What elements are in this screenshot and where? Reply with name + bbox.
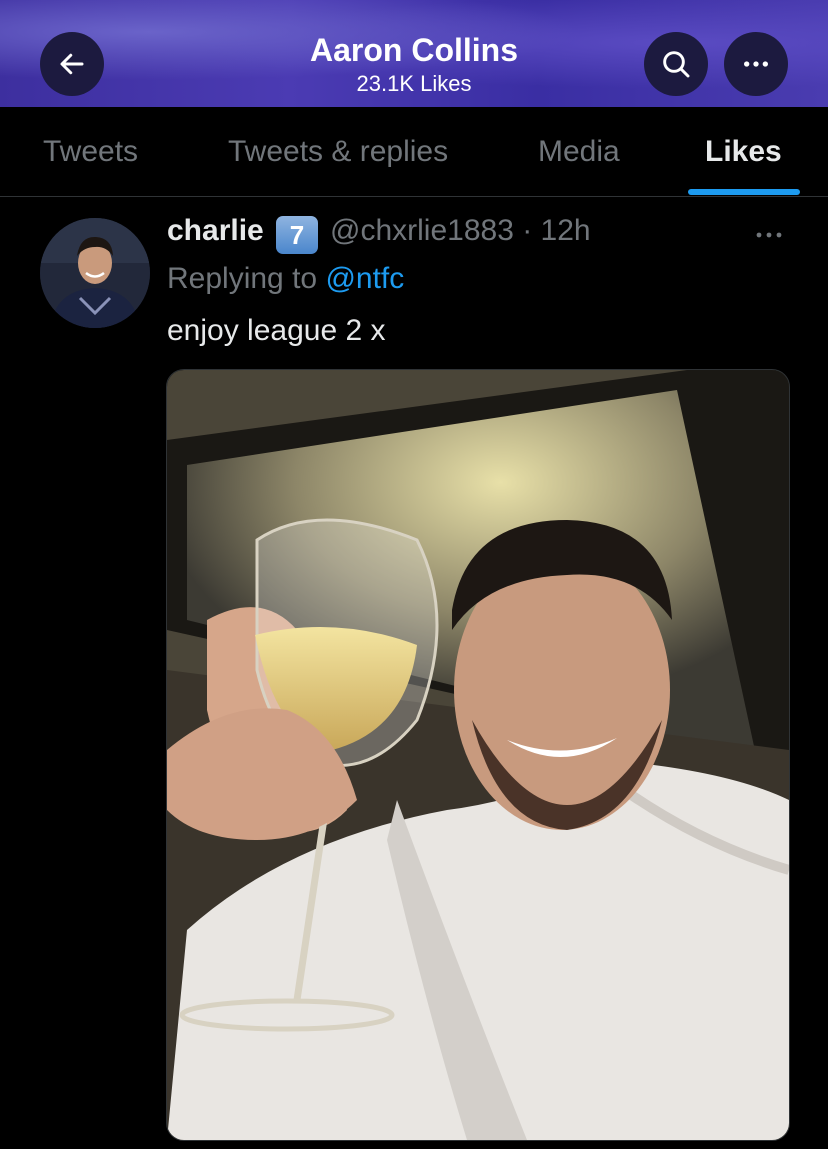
search-button[interactable] — [644, 32, 708, 96]
profile-tabs: Tweets Tweets & replies Media Likes — [0, 107, 828, 197]
tweet-photo-image — [167, 370, 789, 1140]
replying-to-link[interactable]: @ntfc — [325, 262, 404, 295]
tweet-text: enjoy league 2 x — [167, 314, 386, 347]
active-tab-indicator — [688, 189, 800, 195]
more-horizontal-icon — [756, 232, 782, 238]
more-horizontal-icon — [744, 61, 768, 67]
tweet-photo[interactable] — [166, 369, 790, 1141]
tweet-handle-time[interactable]: @chxrlie1883 · 12h — [330, 214, 591, 248]
replying-prefix: Replying to — [167, 262, 326, 295]
tab-media[interactable]: Media — [538, 135, 620, 169]
avatar[interactable] — [40, 218, 150, 328]
tab-likes[interactable]: Likes — [705, 135, 782, 169]
replying-to: Replying to @ntfc — [167, 262, 404, 296]
more-button[interactable] — [724, 32, 788, 96]
emoji-badge: 7 — [276, 216, 318, 254]
avatar-image — [40, 218, 150, 328]
tweet-more-button[interactable] — [754, 222, 784, 248]
tweet-author-name[interactable]: charlie — [167, 214, 264, 248]
search-icon — [663, 51, 690, 78]
tab-tweets[interactable]: Tweets — [43, 135, 138, 169]
tab-tweets-and-replies[interactable]: Tweets & replies — [228, 135, 448, 169]
profile-header: Aaron Collins 23.1K Likes — [0, 0, 828, 107]
